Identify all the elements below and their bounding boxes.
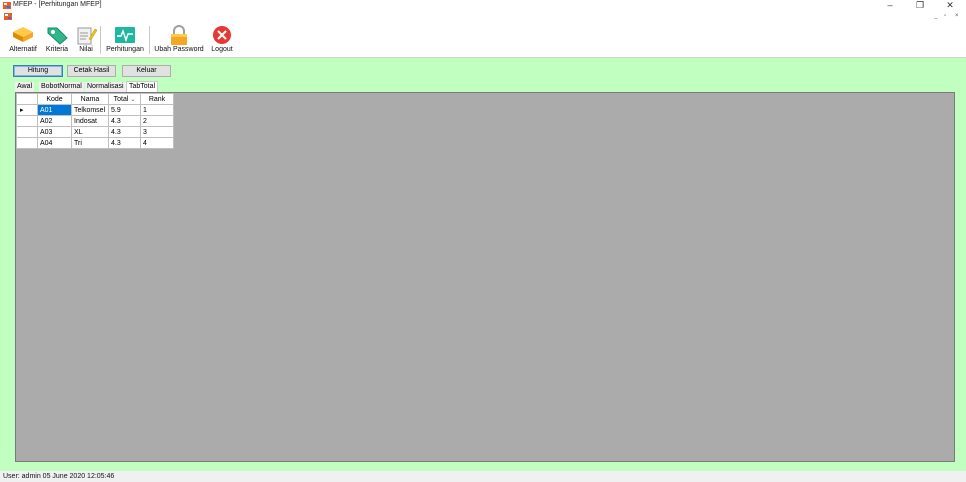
nilai-button[interactable]: Nilai — [75, 25, 97, 57]
stack-layers-icon — [13, 27, 33, 42]
toolbar-separator — [100, 26, 101, 54]
row-header-corner[interactable] — [16, 93, 38, 105]
title-bar: MFEP - [Perhitungan MFEP] – ❐ ✕ — [0, 0, 966, 11]
mdi-restore-button[interactable]: ▫ — [944, 13, 946, 19]
table-row[interactable]: A04 Tri 4.3 4 — [16, 137, 174, 149]
kriteria-button[interactable]: Kriteria — [43, 25, 71, 57]
cell-nama[interactable]: XL — [71, 126, 109, 138]
data-grid[interactable]: Kode Nama Total ⌄ Rank ▸ A01 Telkomsel 5… — [15, 92, 955, 462]
mdi-child-icon[interactable] — [4, 13, 12, 20]
alternatif-button[interactable]: Alternatif — [6, 25, 40, 57]
column-header-total[interactable]: Total ⌄ — [108, 93, 141, 105]
hitung-button[interactable]: Hitung — [13, 65, 63, 77]
status-bar: User: admin 05 June 2020 12:05:46 — [0, 471, 966, 482]
current-row-icon[interactable]: ▸ — [16, 104, 38, 116]
padlock-icon — [171, 25, 187, 45]
mdi-close-button[interactable]: × — [955, 13, 959, 19]
tab-tabtotal[interactable]: TabTotal — [126, 81, 159, 92]
table-row[interactable]: A02 Indosat 4.3 2 — [16, 115, 174, 127]
nilai-label: Nilai — [79, 46, 93, 53]
cell-nama[interactable]: Tri — [71, 137, 109, 149]
keluar-button[interactable]: Keluar — [122, 65, 171, 77]
ubah-password-button[interactable]: Ubah Password — [153, 25, 205, 57]
ubah-password-label: Ubah Password — [154, 46, 204, 53]
sort-descending-icon: ⌄ — [130, 96, 136, 103]
notepad-pencil-icon — [77, 27, 97, 45]
table-row[interactable]: A03 XL 4.3 3 — [16, 126, 174, 138]
cell-rank[interactable]: 3 — [140, 126, 174, 138]
column-header-rank[interactable]: Rank — [140, 93, 174, 105]
cell-total[interactable]: 4.3 — [108, 137, 141, 149]
cell-kode[interactable]: A03 — [37, 126, 72, 138]
cell-kode[interactable]: A04 — [37, 137, 72, 149]
mdi-minimize-button[interactable]: _ — [934, 13, 937, 19]
column-header-nama[interactable]: Nama — [71, 93, 109, 105]
cell-rank[interactable]: 1 — [140, 104, 174, 116]
result-table: Kode Nama Total ⌄ Rank ▸ A01 Telkomsel 5… — [16, 93, 174, 149]
cell-total[interactable]: 4.3 — [108, 115, 141, 127]
close-button[interactable]: ✕ — [936, 0, 964, 11]
table-header-row: Kode Nama Total ⌄ Rank — [16, 93, 174, 105]
tab-normalisasi[interactable]: Normalisasi — [85, 82, 126, 92]
main-toolbar: Alternatif Kriteria Nilai Perhitungan Ub… — [0, 23, 966, 58]
column-header-kode[interactable]: Kode — [37, 93, 72, 105]
minimize-button[interactable]: – — [876, 0, 904, 11]
client-area: Hitung Cetak Hasil Keluar Awal BobotNorm… — [0, 58, 966, 471]
row-header[interactable] — [16, 137, 38, 149]
cell-kode[interactable]: A02 — [37, 115, 72, 127]
toolbar-separator — [149, 26, 150, 54]
row-header[interactable] — [16, 126, 38, 138]
window-title: MFEP - [Perhitungan MFEP] — [13, 1, 102, 8]
cell-nama[interactable]: Telkomsel — [71, 104, 109, 116]
close-circle-icon — [213, 26, 231, 44]
row-header[interactable] — [16, 115, 38, 127]
tab-awal[interactable]: Awal — [15, 82, 35, 92]
status-text: User: admin 05 June 2020 12:05:46 — [3, 473, 115, 480]
perhitungan-label: Perhitungan — [106, 46, 144, 53]
alternatif-label: Alternatif — [9, 46, 37, 53]
app-icon — [3, 2, 11, 9]
cell-total[interactable]: 5.9 — [108, 104, 141, 116]
cell-nama[interactable]: Indosat — [71, 115, 109, 127]
cell-kode[interactable]: A01 — [37, 104, 72, 116]
mdi-menu-strip: _ ▫ × — [0, 11, 966, 23]
cell-rank[interactable]: 4 — [140, 137, 174, 149]
cell-rank[interactable]: 2 — [140, 115, 174, 127]
kriteria-label: Kriteria — [45, 46, 69, 53]
logout-button[interactable]: Logout — [208, 25, 236, 57]
heartbeat-monitor-icon — [115, 27, 135, 43]
logout-label: Logout — [211, 46, 233, 53]
cetak-hasil-button[interactable]: Cetak Hasil — [67, 65, 116, 77]
tab-bobotnormal[interactable]: BobotNormal — [39, 82, 84, 92]
table-row[interactable]: ▸ A01 Telkomsel 5.9 1 — [16, 104, 174, 116]
cell-total[interactable]: 4.3 — [108, 126, 141, 138]
column-header-total-label: Total — [113, 95, 129, 103]
restore-button[interactable]: ❐ — [906, 0, 934, 11]
perhitungan-button[interactable]: Perhitungan — [104, 25, 146, 57]
tag-icon — [47, 27, 68, 45]
